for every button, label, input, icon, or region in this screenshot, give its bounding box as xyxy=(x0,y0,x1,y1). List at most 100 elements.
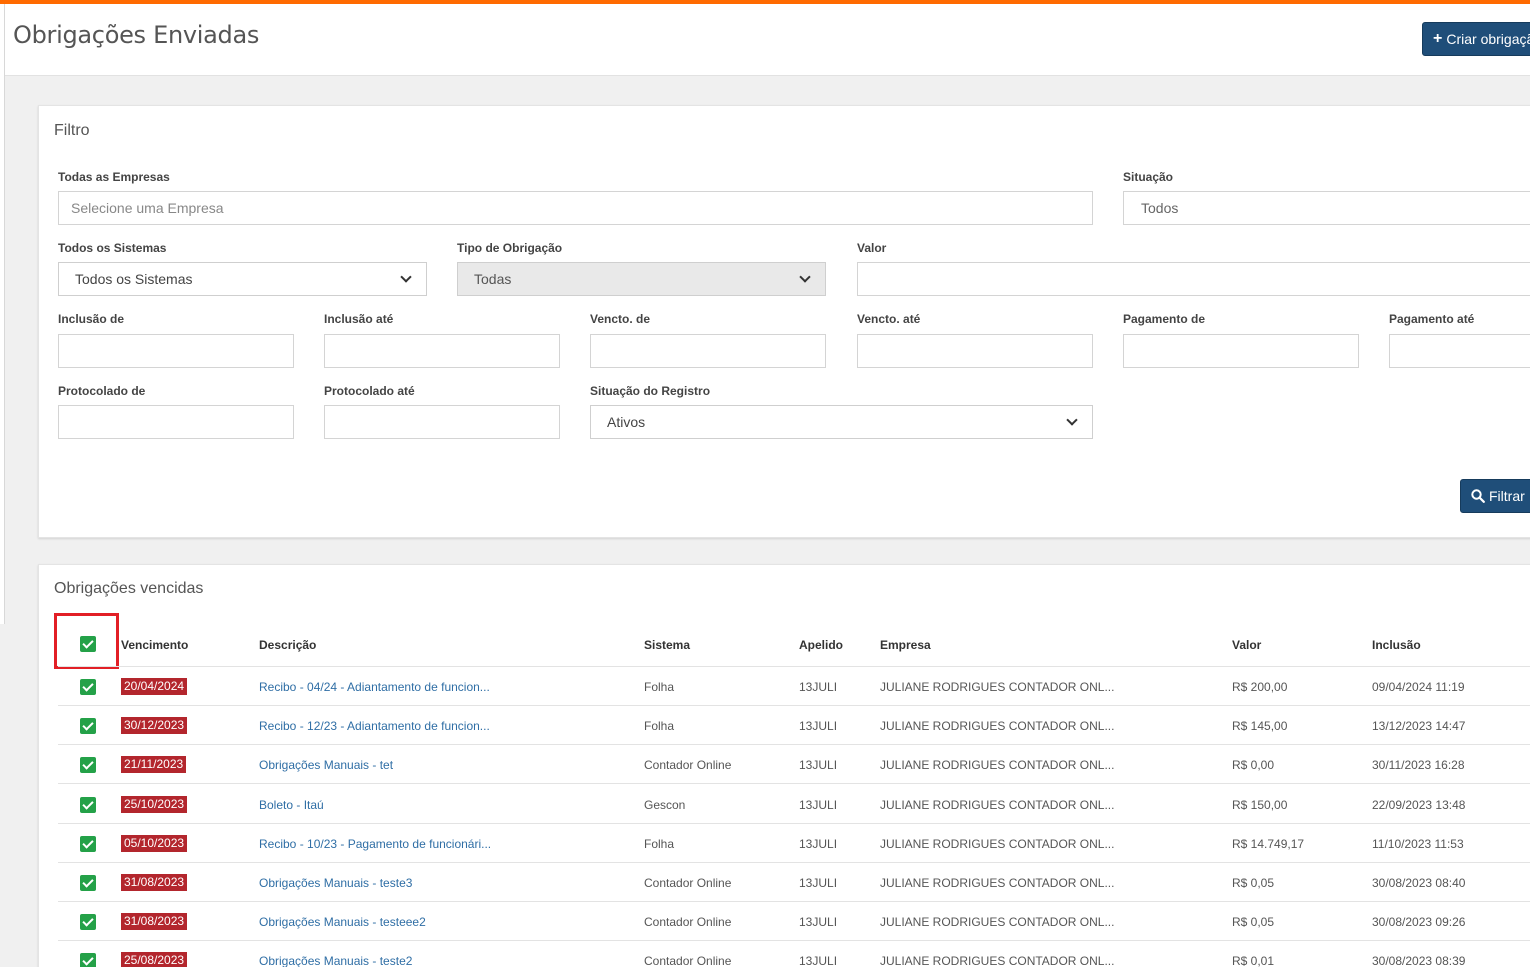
row-descricao-link[interactable]: Recibo - 12/23 - Adiantamento de funcion… xyxy=(259,719,490,733)
row-checkbox[interactable] xyxy=(80,718,96,735)
filter-card: Filtro xyxy=(38,105,1530,538)
row-checkbox[interactable] xyxy=(80,757,96,774)
vencto-ate-input[interactable] xyxy=(857,334,1093,368)
row-descricao-link[interactable]: Obrigações Manuais - teste3 xyxy=(259,876,412,890)
row-valor: R$ 14.749,17 xyxy=(1232,836,1305,851)
row-checkbox[interactable] xyxy=(80,914,96,931)
row-sistema: Gescon xyxy=(644,797,686,812)
row-divider xyxy=(58,861,1530,863)
page-header: Obrigações Enviadas xyxy=(5,4,1530,76)
row-apelido: 13JULI xyxy=(799,836,838,851)
situacao-value: Todos xyxy=(1141,200,1179,216)
row-empresa: JULIANE RODRIGUES CONTADOR ONL... xyxy=(880,876,1115,890)
row-sistema: Folha xyxy=(644,680,675,694)
valor-input[interactable] xyxy=(857,262,1530,296)
row-empresa: JULIANE RODRIGUES CONTADOR ONL... xyxy=(880,680,1115,694)
row-empresa: JULIANE RODRIGUES CONTADOR ONL... xyxy=(880,758,1115,773)
row-sistema: Contador Online xyxy=(644,876,732,890)
row-valor: R$ 0,00 xyxy=(1232,758,1275,773)
tipo-label: Tipo de Obrigação xyxy=(457,241,563,255)
row-checkbox[interactable] xyxy=(80,796,96,813)
row-checkbox[interactable] xyxy=(80,875,96,891)
row-apelido: 13JULI xyxy=(799,719,838,734)
row-descricao-link[interactable]: Obrigações Manuais - teste2 xyxy=(259,954,412,967)
row-checkbox[interactable] xyxy=(80,835,96,852)
tipo-value: Todas xyxy=(474,271,512,287)
row-apelido: 13JULI xyxy=(799,758,838,773)
protocolado-de-input[interactable] xyxy=(58,405,294,439)
col-descricao[interactable]: Descrição xyxy=(259,638,316,652)
row-checkbox[interactable] xyxy=(80,679,96,695)
row-vencimento-badge: 25/10/2023 xyxy=(121,795,188,813)
valor-label: Valor xyxy=(857,241,887,255)
pagamento-de-label: Pagamento de xyxy=(1123,312,1206,326)
row-valor: R$ 0,05 xyxy=(1232,876,1275,890)
create-obligation-button[interactable]: + Criar obrigação xyxy=(1422,22,1530,56)
col-apelido[interactable]: Apelido xyxy=(799,638,843,652)
pagamento-ate-label: Pagamento até xyxy=(1389,312,1475,326)
row-empresa: JULIANE RODRIGUES CONTADOR ONL... xyxy=(880,719,1115,734)
tipo-obrigacao-select[interactable]: Todas xyxy=(457,262,826,296)
chevron-down-icon xyxy=(400,271,412,283)
row-inclusao: 11/10/2023 11:53 xyxy=(1372,836,1464,851)
row-valor: R$ 0,01 xyxy=(1232,954,1275,967)
col-inclusao[interactable]: Inclusão xyxy=(1372,638,1421,652)
protocolado-ate-label: Protocolado até xyxy=(324,384,415,398)
row-inclusao: 22/09/2023 13:48 xyxy=(1372,797,1466,812)
empresa-placeholder: Selecione uma Empresa xyxy=(71,200,224,216)
row-apelido: 13JULI xyxy=(799,876,838,890)
pagamento-ate-input[interactable] xyxy=(1389,334,1530,368)
filter-button[interactable]: Filtrar xyxy=(1460,479,1530,513)
row-inclusao: 30/08/2023 08:40 xyxy=(1372,876,1466,890)
empresas-label: Todas as Empresas xyxy=(58,170,170,184)
empresa-select[interactable]: Selecione uma Empresa xyxy=(58,191,1093,225)
protocolado-ate-input[interactable] xyxy=(324,405,560,439)
col-vencimento[interactable]: Vencimento xyxy=(121,638,188,652)
row-vencimento-badge: 21/11/2023 xyxy=(121,756,187,774)
row-sistema: Contador Online xyxy=(644,915,732,930)
row-inclusao: 30/08/2023 09:26 xyxy=(1372,915,1466,930)
row-descricao-link[interactable]: Obrigações Manuais - testeee2 xyxy=(259,915,426,929)
col-empresa[interactable]: Empresa xyxy=(880,638,931,652)
row-sistema: Contador Online xyxy=(644,758,732,773)
col-sistema[interactable]: Sistema xyxy=(644,638,690,652)
row-checkbox[interactable] xyxy=(80,953,96,967)
row-empresa: JULIANE RODRIGUES CONTADOR ONL... xyxy=(880,954,1115,967)
filter-title: Filtro xyxy=(54,122,90,139)
row-sistema: Folha xyxy=(644,719,675,734)
search-icon xyxy=(1471,489,1485,503)
row-divider xyxy=(58,744,1530,746)
vencto-de-input[interactable] xyxy=(590,334,826,368)
situacao-select[interactable]: Todos xyxy=(1123,191,1530,225)
row-sistema: Folha xyxy=(644,836,675,851)
row-inclusao: 13/12/2023 14:47 xyxy=(1372,719,1466,734)
row-descricao-link[interactable]: Obrigações Manuais - tet xyxy=(259,758,393,772)
row-empresa: JULIANE RODRIGUES CONTADOR ONL... xyxy=(880,797,1115,812)
chevron-down-icon xyxy=(799,271,811,283)
row-inclusao: 30/08/2023 08:39 xyxy=(1372,954,1466,967)
row-inclusao: 09/04/2024 11:19 xyxy=(1372,680,1465,694)
page-title: Obrigações Enviadas xyxy=(13,21,260,49)
row-divider xyxy=(58,783,1530,785)
inclusao-ate-label: Inclusão até xyxy=(324,312,394,326)
row-apelido: 13JULI xyxy=(799,797,838,812)
col-valor[interactable]: Valor xyxy=(1232,638,1261,652)
row-apelido: 13JULI xyxy=(799,680,838,694)
row-vencimento-badge: 31/08/2023 xyxy=(121,913,188,931)
row-vencimento-badge: 25/08/2023 xyxy=(121,952,188,967)
row-descricao-link[interactable]: Recibo - 10/23 - Pagamento de funcionári… xyxy=(259,837,491,851)
inclusao-ate-input[interactable] xyxy=(324,334,560,368)
situacao-registro-select[interactable]: Ativos xyxy=(590,405,1093,439)
sistemas-label: Todos os Sistemas xyxy=(58,241,167,255)
pagamento-de-input[interactable] xyxy=(1123,334,1359,368)
row-descricao-link[interactable]: Boleto - Itaú xyxy=(259,798,324,812)
row-valor: R$ 0,05 xyxy=(1232,915,1275,930)
sistemas-select[interactable]: Todos os Sistemas xyxy=(58,262,427,296)
inclusao-de-input[interactable] xyxy=(58,334,294,368)
row-descricao-link[interactable]: Recibo - 04/24 - Adiantamento de funcion… xyxy=(259,680,490,694)
row-divider xyxy=(58,822,1530,824)
row-apelido: 13JULI xyxy=(799,915,838,930)
plus-icon: + xyxy=(1433,30,1443,47)
row-divider xyxy=(58,705,1530,706)
row-valor: R$ 145,00 xyxy=(1232,719,1288,734)
